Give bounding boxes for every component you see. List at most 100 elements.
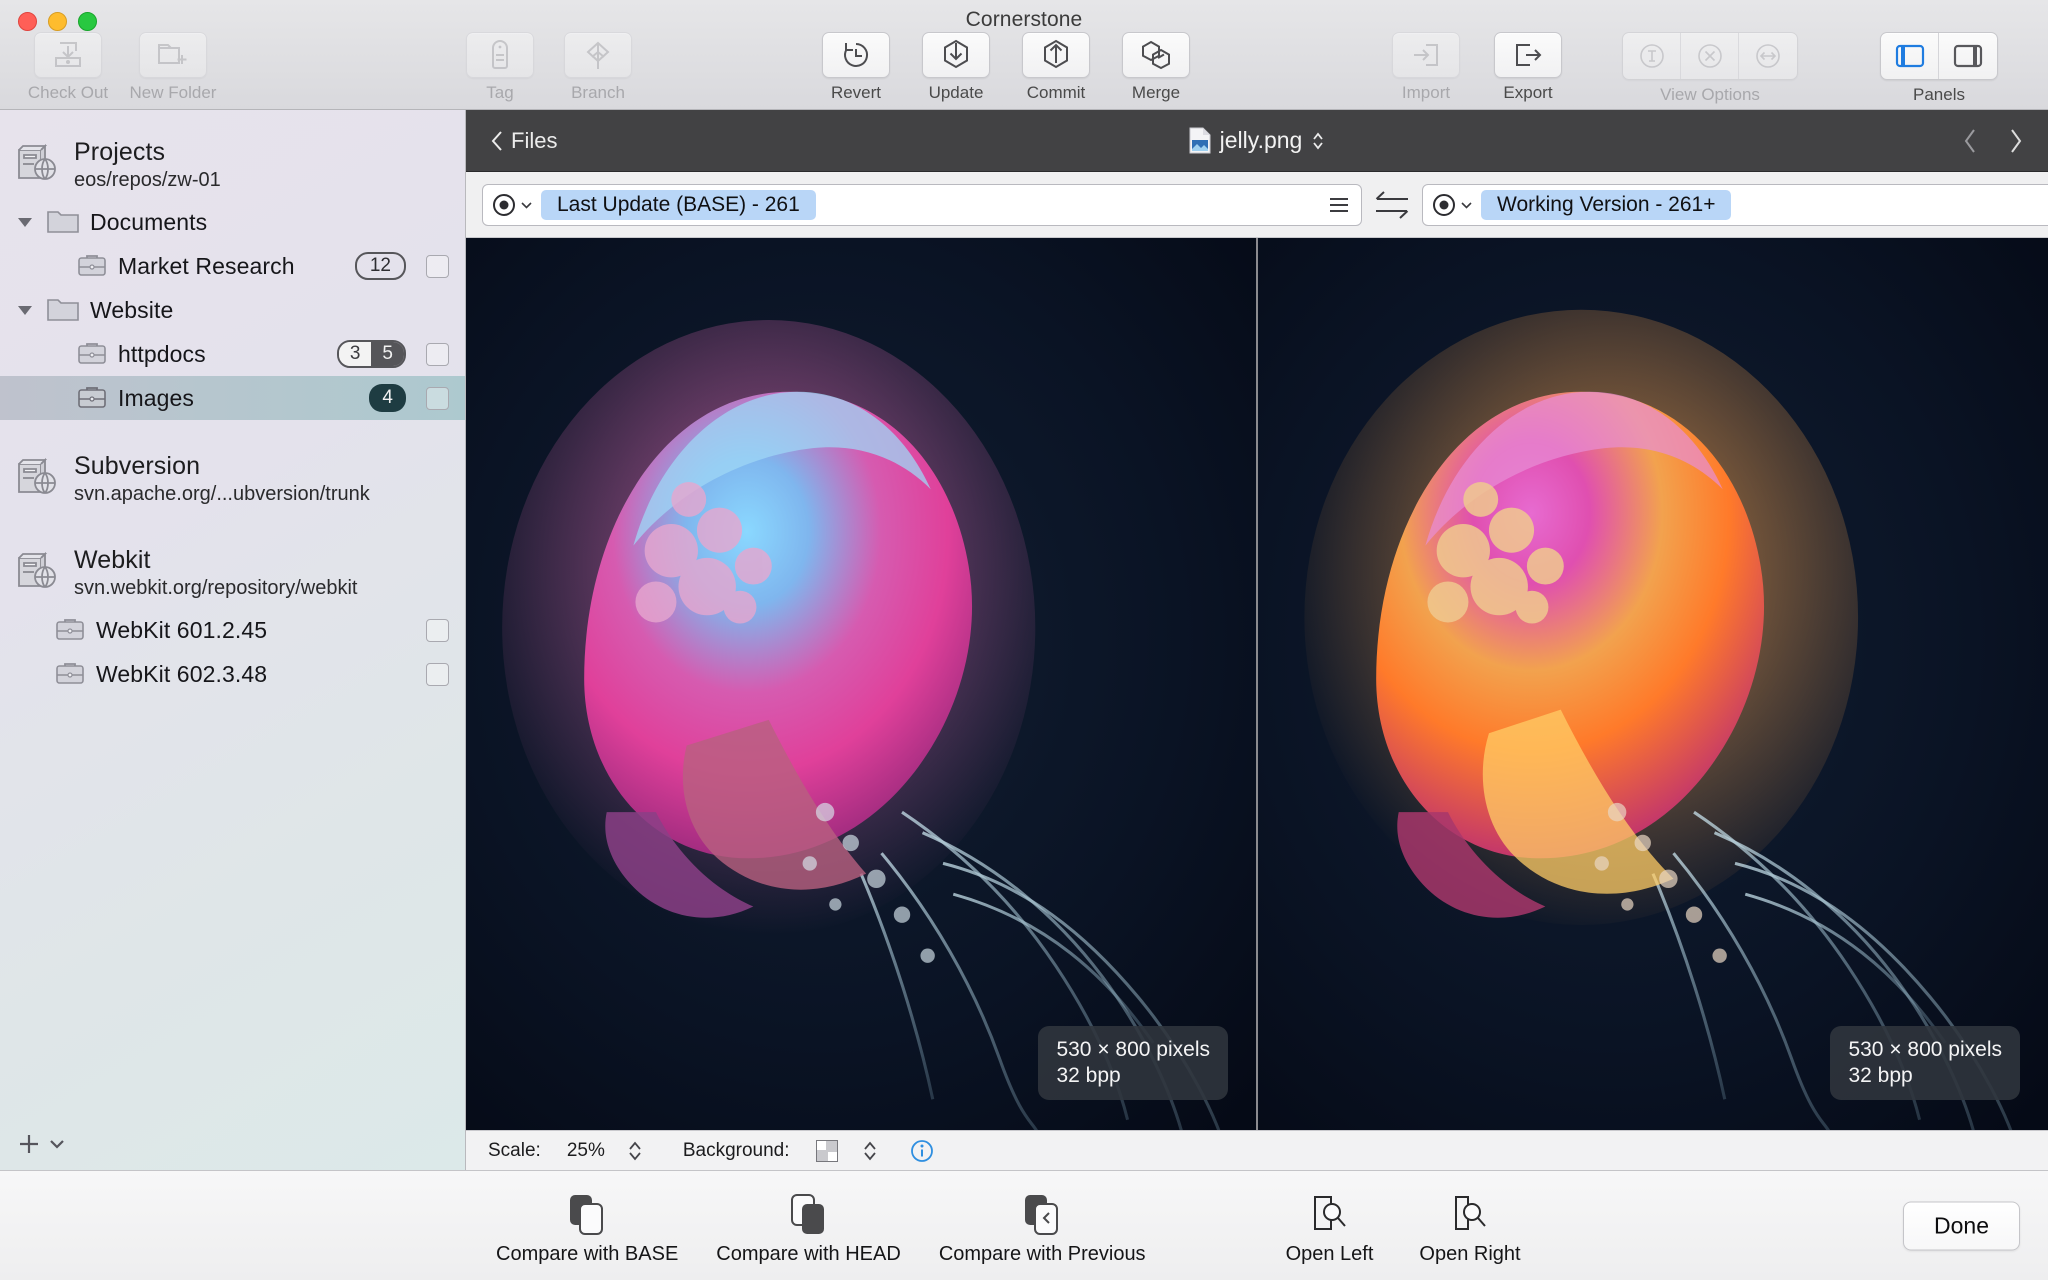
repo-path: eos/repos/zw-01 bbox=[74, 169, 221, 191]
view-options-segments[interactable] bbox=[1622, 32, 1798, 80]
open-left-button[interactable]: Open Left bbox=[1286, 1185, 1373, 1266]
panels-segments[interactable] bbox=[1880, 32, 1998, 80]
sidebar-item-webkit-602[interactable]: WebKit 602.3.48 bbox=[0, 652, 465, 696]
compare-with-base-button[interactable]: Compare with BASE bbox=[496, 1185, 678, 1266]
repository-icon bbox=[14, 550, 60, 592]
left-image-info: 530 × 800 pixels 32 bpp bbox=[1038, 1025, 1228, 1100]
done-button[interactable]: Done bbox=[1903, 1201, 2020, 1250]
briefcase-icon bbox=[56, 619, 84, 640]
tag-label: Tag bbox=[486, 83, 514, 102]
repo-text: Projects eos/repos/zw-01 bbox=[74, 138, 221, 192]
sidebar-item-market-research[interactable]: Market Research 12 bbox=[0, 244, 465, 288]
sidebar-item-website[interactable]: Website bbox=[0, 288, 465, 332]
tag-button[interactable]: Tag bbox=[466, 32, 534, 103]
sidebar-item-label: Website bbox=[90, 296, 174, 323]
revert-label: Revert bbox=[830, 83, 882, 102]
text-option-icon[interactable] bbox=[1623, 33, 1681, 79]
background-stepper-icon[interactable] bbox=[862, 1138, 878, 1164]
toolbar-io-group: Import Export bbox=[1392, 32, 1562, 103]
update-button[interactable]: Update bbox=[922, 32, 990, 103]
compare-with-previous-button[interactable]: Compare with Previous bbox=[939, 1185, 1146, 1266]
check-out-button[interactable]: Check Out bbox=[18, 32, 118, 103]
sidebar-repo-subversion[interactable]: Subversion svn.apache.org/...ubversion/t… bbox=[0, 442, 465, 514]
ignore-option-icon[interactable] bbox=[1681, 33, 1739, 79]
chevron-down-small-icon[interactable] bbox=[520, 200, 533, 210]
sidebar-item-webkit-601[interactable]: WebKit 601.2.45 bbox=[0, 608, 465, 652]
sidebar-item-documents[interactable]: Documents bbox=[0, 200, 465, 244]
merge-button[interactable]: Merge bbox=[1122, 32, 1190, 103]
chevron-right-icon[interactable] bbox=[2008, 127, 2024, 155]
folder-icon bbox=[47, 211, 79, 233]
file-header-bar: Files jelly.png bbox=[466, 110, 2048, 172]
radio-dot-icon[interactable] bbox=[491, 192, 533, 218]
radio-dot-icon[interactable] bbox=[1431, 192, 1473, 218]
item-checkbox[interactable] bbox=[426, 662, 449, 686]
swap-versions-button[interactable] bbox=[1372, 188, 1412, 222]
image-status-bar: Scale: 25% Background: bbox=[466, 1130, 2048, 1170]
disclosure-triangle-icon[interactable] bbox=[14, 304, 36, 316]
cornerstone-window: Cornerstone Check Out New Folder Tag Bra… bbox=[0, 0, 2048, 1280]
new-folder-button[interactable]: New Folder bbox=[118, 32, 228, 103]
file-nav-group bbox=[1962, 127, 2024, 155]
chevron-left-icon[interactable] bbox=[1962, 127, 1978, 155]
disclosure-triangle-icon[interactable] bbox=[14, 216, 36, 228]
sidebar-item-httpdocs[interactable]: httpdocs 3 5 bbox=[0, 332, 465, 376]
panels-label: Panels bbox=[1913, 85, 1965, 104]
sidebar-item-images[interactable]: Images 4 bbox=[0, 376, 465, 420]
plus-icon[interactable] bbox=[16, 1131, 42, 1157]
files-back-button[interactable]: Files bbox=[490, 128, 557, 154]
info-circle-icon[interactable] bbox=[910, 1139, 934, 1163]
item-checkbox[interactable] bbox=[426, 618, 449, 642]
item-checkbox[interactable] bbox=[426, 386, 449, 410]
left-version-selector[interactable]: Last Update (BASE) - 261 bbox=[482, 183, 1362, 226]
bottom-action-bar: Compare with BASE Compare with HEAD Comp… bbox=[0, 1170, 2048, 1280]
status-badge: 4 bbox=[369, 384, 406, 412]
import-arrow-icon bbox=[1392, 32, 1460, 78]
sidebar-repo-projects[interactable]: Projects eos/repos/zw-01 bbox=[0, 128, 465, 200]
checker-swatch-icon[interactable] bbox=[815, 1139, 838, 1162]
panels-group[interactable]: Panels bbox=[1880, 32, 1998, 105]
merge-hexagons-icon bbox=[1122, 32, 1190, 78]
version-compare-bar: Last Update (BASE) - 261 Working Version… bbox=[466, 172, 2048, 238]
sidebar-item-label: Market Research bbox=[118, 252, 295, 279]
export-button[interactable]: Export bbox=[1494, 32, 1562, 103]
open-buttons-group: Open Left Open Right bbox=[1286, 1185, 1521, 1266]
export-arrow-icon bbox=[1494, 32, 1562, 78]
swap-arrows-icon bbox=[1375, 190, 1409, 219]
left-image-pane[interactable]: 530 × 800 pixels 32 bpp bbox=[466, 238, 1258, 1130]
up-down-chevrons-icon[interactable] bbox=[1311, 129, 1325, 153]
chevron-down-small-icon[interactable] bbox=[1460, 200, 1473, 210]
import-button[interactable]: Import bbox=[1392, 32, 1460, 103]
scale-stepper-icon[interactable] bbox=[627, 1138, 643, 1164]
content-area: Files jelly.png Last Update (BASE) - 261… bbox=[466, 110, 2048, 1170]
image-compare-panes: 530 × 800 pixels 32 bpp 530 × 800 pixels… bbox=[466, 238, 2048, 1130]
folder-icon bbox=[47, 299, 79, 321]
sidebar-item-label: Documents bbox=[90, 208, 208, 235]
update-download-icon bbox=[922, 32, 990, 78]
item-checkbox[interactable] bbox=[426, 254, 449, 278]
branch-button[interactable]: Branch bbox=[564, 32, 632, 103]
whitespace-option-icon[interactable] bbox=[1739, 33, 1797, 79]
item-checkbox[interactable] bbox=[426, 342, 449, 366]
toolbar-action-group: Revert Update Commit Merge bbox=[822, 32, 1190, 103]
badge-value: 12 bbox=[369, 255, 391, 276]
sidebar-repo-webkit[interactable]: Webkit svn.webkit.org/repository/webkit bbox=[0, 536, 465, 608]
right-panel-icon[interactable] bbox=[1939, 33, 1997, 79]
view-options-group[interactable]: View Options bbox=[1622, 32, 1798, 105]
repo-text: Webkit svn.webkit.org/repository/webkit bbox=[74, 546, 357, 600]
left-panel-icon[interactable] bbox=[1881, 33, 1939, 79]
open-right-button[interactable]: Open Right bbox=[1419, 1185, 1521, 1266]
scale-value: 25% bbox=[566, 1139, 605, 1161]
hamburger-menu-icon[interactable] bbox=[1327, 195, 1351, 215]
compare-with-head-button[interactable]: Compare with HEAD bbox=[716, 1185, 901, 1266]
open-right-magnifier-icon bbox=[1447, 1185, 1493, 1237]
right-image-pane[interactable]: 530 × 800 pixels 32 bpp bbox=[1258, 238, 2048, 1130]
jellyfish-image-base bbox=[466, 238, 1256, 1130]
right-version-selector[interactable]: Working Version - 261+ bbox=[1422, 183, 2048, 226]
repo-path: svn.apache.org/...ubversion/trunk bbox=[74, 483, 370, 505]
commit-button[interactable]: Commit bbox=[1022, 32, 1090, 103]
right-image-info: 530 × 800 pixels 32 bpp bbox=[1830, 1025, 2020, 1100]
revert-button[interactable]: Revert bbox=[822, 32, 890, 103]
chevron-down-icon[interactable] bbox=[48, 1137, 66, 1151]
repo-name: Projects bbox=[74, 138, 166, 166]
